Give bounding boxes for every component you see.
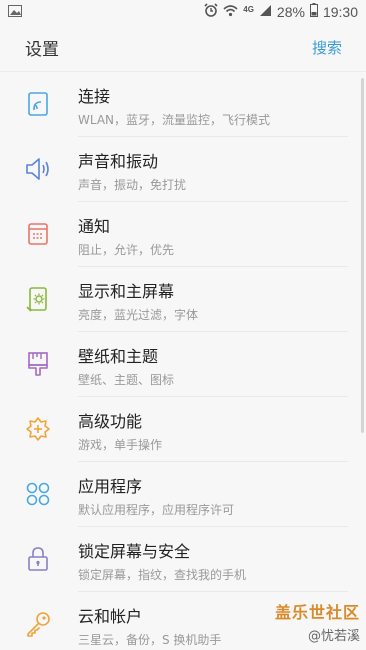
settings-item-subtitle: 声音，振动，免打扰	[78, 178, 187, 192]
display-icon	[24, 285, 52, 313]
settings-item-subtitle: 默认应用程序，应用程序许可	[78, 503, 235, 517]
settings-item-subtitle: 亮度，蓝光过滤，字体	[78, 308, 199, 322]
wifi-icon	[223, 4, 238, 21]
signal-icon	[259, 4, 272, 20]
advanced-gear-icon	[24, 415, 52, 443]
settings-item-label: 显示和主屏幕	[78, 282, 175, 301]
settings-item-label: 通知	[78, 217, 111, 236]
alarm-icon	[204, 3, 218, 21]
settings-item-display[interactable]: 显示和主屏幕 亮度，蓝光过滤，字体	[0, 267, 366, 332]
settings-item-subtitle: WLAN，蓝牙，流量监控，飞行模式	[78, 113, 271, 127]
settings-header: 设置 搜索	[0, 24, 366, 72]
settings-item-sound[interactable]: 声音和振动 声音，振动，免打扰	[0, 137, 366, 202]
key-icon	[24, 610, 52, 638]
settings-item-subtitle: 游戏，单手操作	[78, 438, 163, 452]
settings-item-wallpapers-themes[interactable]: 壁纸和主题 壁纸、主题、图标	[0, 332, 366, 397]
settings-item-notifications[interactable]: 通知 阻止，允许，优先	[0, 202, 366, 267]
search-button[interactable]: 搜索	[312, 37, 342, 58]
settings-item-label: 锁定屏幕与安全	[78, 542, 191, 561]
clock: 19:30	[322, 4, 358, 20]
network-type: 4G	[243, 4, 254, 14]
watermark: 盖乐世社区 @忧若溪	[275, 599, 360, 644]
gallery-notification-icon	[8, 5, 22, 21]
settings-item-subtitle: 阻止，允许，优先	[78, 243, 175, 257]
lock-icon	[24, 545, 52, 573]
settings-item-subtitle: 锁定屏幕，指纹，查找我的手机	[78, 568, 247, 582]
scrollbar[interactable]	[361, 78, 364, 433]
battery-percent: 28%	[276, 4, 305, 20]
watermark-community: 盖乐世社区	[274, 603, 360, 622]
watermark-author: @忧若溪	[307, 629, 360, 644]
settings-item-label: 云和帐户	[78, 607, 143, 626]
connections-icon	[24, 90, 52, 118]
battery-icon	[309, 3, 318, 21]
page-title: 设置	[25, 40, 59, 60]
speaker-icon	[24, 155, 52, 183]
settings-item-subtitle: 三星云，备份，S 换机助手	[78, 633, 222, 647]
settings-item-label: 壁纸和主题	[78, 347, 159, 366]
status-bar: 4G 28% 19:30	[0, 0, 366, 24]
settings-item-apps[interactable]: 应用程序 默认应用程序，应用程序许可	[0, 462, 366, 527]
settings-list: 连接 WLAN，蓝牙，流量监控，飞行模式 声音和振动 声音，振动，免打扰 通知 …	[0, 72, 366, 650]
settings-item-label: 应用程序	[78, 477, 143, 496]
settings-item-advanced-features[interactable]: 高级功能 游戏，单手操作	[0, 397, 366, 462]
settings-item-label: 连接	[78, 87, 111, 106]
settings-item-connections[interactable]: 连接 WLAN，蓝牙，流量监控，飞行模式	[0, 72, 366, 137]
paintbrush-icon	[24, 350, 52, 378]
settings-item-label: 高级功能	[78, 412, 143, 431]
apps-icon	[24, 480, 52, 508]
settings-item-label: 声音和振动	[78, 152, 159, 171]
notification-icon	[24, 220, 52, 248]
settings-item-lock-screen-security[interactable]: 锁定屏幕与安全 锁定屏幕，指纹，查找我的手机	[0, 527, 366, 592]
settings-item-subtitle: 壁纸、主题、图标	[78, 373, 175, 387]
